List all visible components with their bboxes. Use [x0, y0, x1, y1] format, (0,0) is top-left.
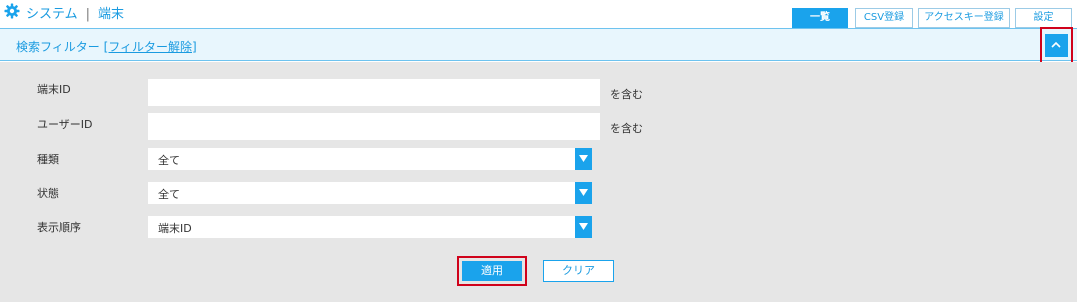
user-id-suffix: を含む: [610, 122, 643, 135]
caret-down-icon: [579, 189, 588, 196]
gear-icon: [4, 3, 20, 19]
clear-button[interactable]: クリア: [543, 260, 614, 282]
sort-order-selected-value: 端末ID: [158, 222, 192, 235]
status-label: 状態: [37, 187, 59, 200]
filter-toggle-highlight: [1040, 27, 1073, 64]
caret-down-icon: [579, 223, 588, 230]
breadcrumb-section[interactable]: システム: [26, 7, 78, 22]
terminal-id-suffix: を含む: [610, 88, 643, 101]
user-id-input[interactable]: [148, 113, 600, 140]
type-select[interactable]: 全て: [148, 148, 592, 170]
status-selected-value: 全て: [158, 188, 180, 201]
status-select[interactable]: 全て: [148, 182, 592, 204]
type-label: 種類: [37, 153, 59, 166]
chevron-up-icon: [1051, 41, 1061, 48]
header: システム | 端末 一覧 CSV登録 アクセスキー登録 設定: [0, 0, 1077, 28]
breadcrumb-page: 端末: [98, 7, 125, 22]
apply-button-highlight: 適用: [457, 256, 527, 286]
filter-title: 検索フィルター [フィルター解除]: [16, 38, 197, 55]
apply-button[interactable]: 適用: [462, 261, 522, 281]
type-selected-value: 全て: [158, 154, 180, 167]
sort-order-label: 表示順序: [37, 221, 81, 234]
filter-form: 端末ID を含む ユーザーID を含む 種類 全て 状態 全て 表示順序 端末I…: [0, 62, 1077, 302]
breadcrumb-separator: |: [85, 7, 91, 22]
status-dropdown-arrow[interactable]: [575, 182, 592, 204]
tab-csv-import[interactable]: CSV登録: [855, 8, 913, 28]
user-id-label: ユーザーID: [37, 118, 93, 131]
sort-order-dropdown-arrow[interactable]: [575, 216, 592, 238]
terminal-id-input[interactable]: [148, 79, 600, 106]
type-dropdown-arrow[interactable]: [575, 148, 592, 170]
tab-settings[interactable]: 設定: [1015, 8, 1072, 28]
filter-bar: 検索フィルター [フィルター解除]: [0, 28, 1077, 61]
filter-title-text: 検索フィルター: [16, 40, 100, 54]
page-title: システム | 端末: [26, 3, 124, 22]
sort-order-select[interactable]: 端末ID: [148, 216, 592, 238]
terminal-id-label: 端末ID: [37, 83, 71, 96]
clear-filter-link[interactable]: [フィルター解除]: [104, 40, 197, 54]
caret-down-icon: [579, 155, 588, 162]
filter-toggle-button[interactable]: [1045, 34, 1068, 57]
tab-access-key-import[interactable]: アクセスキー登録: [918, 8, 1010, 28]
tab-list[interactable]: 一覧: [792, 8, 848, 28]
